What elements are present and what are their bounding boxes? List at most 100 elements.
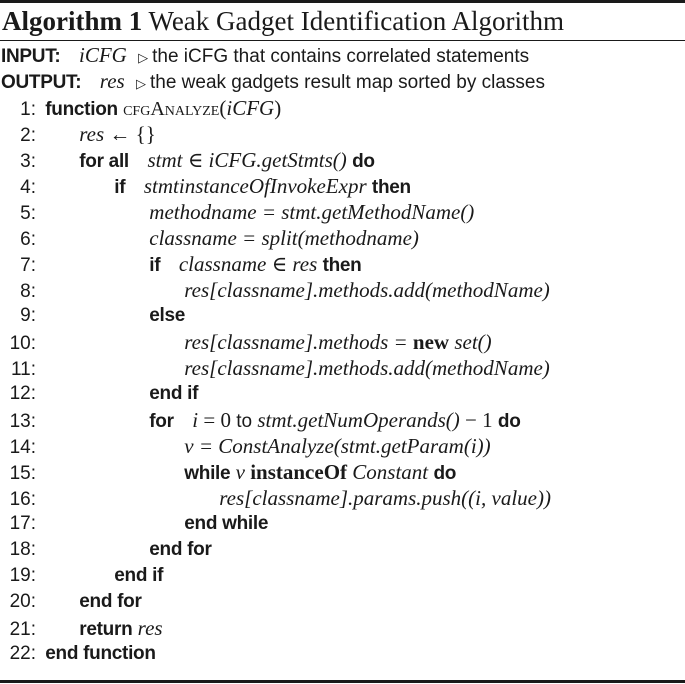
algo-line-13: 13: for i = 0 to stmt.getNumOperands() −… [0,407,521,433]
output-var: res [99,69,125,93]
keyword-instanceof: instanceOf [250,460,348,484]
math-op: = 0 [198,408,231,432]
line-number: 13: [9,411,36,432]
paren: ) [274,96,282,120]
line-number: 4: [20,177,36,198]
algo-line-5: 5: methodname = stmt.getMethodName() [0,199,474,225]
keyword-end-function: end function [45,643,156,664]
math-op: ← {} [104,122,156,146]
math-expr: res[classname].methods.add(methodName) [184,356,550,380]
algo-line-18: 18: end for [0,537,212,563]
output-keyword: OUTPUT: [1,72,82,93]
algo-line-20: 20: end for [0,589,142,615]
algorithm-caption: Algorithm 1 Weak Gadget Identification A… [2,4,564,38]
math-expr: stmt.getNumOperands() [257,408,460,432]
output-comment: the weak gadgets result map sorted by cl… [149,72,545,93]
keyword-do: do [352,151,375,172]
input-line: INPUT: iCFG ▷ the iCFG that contains corr… [1,42,529,68]
line-number: 1: [20,99,36,120]
algo-line-17: 17: end while [0,511,269,537]
keyword-if: if [149,255,161,276]
keyword-for-all: for all [79,151,129,172]
keyword-else: else [149,305,186,326]
line-number: 6: [20,229,36,250]
math-expr: v = ConstAnalyze(stmt.getParam(i)) [184,434,491,458]
keyword-if: if [114,177,126,198]
input-var: iCFG [78,43,127,67]
algo-line-3: 3: for all stmt ∈ iCFG.getStmts() do [0,147,375,173]
math-var: v [235,460,245,484]
math-op: − 1 [459,408,493,432]
top-rule [0,0,685,3]
keyword-end-for: end for [149,539,212,560]
line-number: 3: [20,151,36,172]
math-expr: res[classname].methods = [184,330,413,354]
line-number: 11: [10,359,36,380]
math-expr: classname = split(methodname) [149,226,419,250]
keyword-while: while [184,463,231,484]
algo-line-21: 21: return res [0,615,163,641]
keyword-end-if: end if [114,565,164,586]
line-number: 14: [9,437,36,458]
line-number: 9: [20,305,36,326]
keyword-end-for: end for [79,591,142,612]
algo-line-6: 6: classname = split(methodname) [0,225,419,251]
line-number: 12: [9,383,36,404]
algo-line-8: 8: res[classname].methods.add(methodName… [0,277,550,303]
algo-line-4: 4: if stmtinstanceOfInvokeExpr then [0,173,411,199]
line-number: 5: [20,203,36,224]
algo-line-11: 11: res[classname].methods.add(methodNam… [0,355,550,381]
input-keyword: INPUT: [1,46,61,67]
keyword-to: to [230,411,258,432]
algo-line-12: 12: end if [0,381,199,407]
math-expr: res [79,122,105,146]
line-number: 7: [20,255,36,276]
line-number: 20: [9,591,36,612]
function-name: cfgAnalyze [123,98,220,120]
keyword-then: then [371,177,411,198]
line-number: 19: [9,565,36,586]
keyword-end-while: end while [184,513,269,534]
bottom-rule [0,680,685,683]
keyword-function: function [45,99,118,120]
keyword-do: do [433,463,457,484]
line-number: 18: [9,539,36,560]
caption-rule [0,40,685,41]
input-comment: the iCFG that contains correlated statem… [152,46,530,67]
math-expr: res[classname].params.push((i, value)) [219,486,551,510]
comment-triangle-icon: ▷ [135,76,146,91]
math-expr: methodname = stmt.getMethodName() [149,200,475,224]
math-expr: Constant [352,460,429,484]
keyword-return: return [79,619,133,640]
line-number: 15: [9,463,36,484]
line-number: 10: [9,333,36,354]
algorithm-block: Algorithm 1 Weak Gadget Identification A… [0,0,685,684]
function-arg: iCFG [226,96,275,120]
keyword-do: do [497,411,521,432]
algo-line-7: 7: if classname ∈ res then [0,251,362,277]
math-expr: stmt ∈ iCFG.getStmts() [147,148,347,172]
math-var: res [137,616,163,640]
algo-line-16: 16: res[classname].params.push((i, value… [0,485,551,511]
line-number: 21: [9,619,36,640]
algo-line-19: 19: end if [0,563,164,589]
line-number: 2: [20,125,36,146]
line-number: 22: [9,643,36,664]
math-expr: stmtinstanceOfInvokeExpr [143,174,367,198]
algo-line-9: 9: else [0,303,185,329]
algo-line-14: 14: v = ConstAnalyze(stmt.getParam(i)) [0,433,491,459]
algo-line-15: 15: while v instanceOf Constant do [0,459,457,485]
algo-line-1: 1: function cfgAnalyze(iCFG) [0,95,281,121]
algo-line-22: 22: end function [0,641,156,667]
caption-title: Weak Gadget Identification Algorithm [148,6,564,36]
algo-line-10: 10: res[classname].methods = new set() [0,329,492,355]
output-line: OUTPUT: res ▷ the weak gadgets result map… [1,68,545,94]
algo-line-2: 2: res ← {} [0,121,156,147]
line-number: 16: [9,489,36,510]
math-expr: res[classname].methods.add(methodName) [184,278,550,302]
line-number: 17: [9,513,36,534]
keyword-then: then [322,255,362,276]
math-expr: classname ∈ res [178,252,318,276]
keyword-new: new [412,330,450,354]
math-expr: set() [449,330,492,354]
